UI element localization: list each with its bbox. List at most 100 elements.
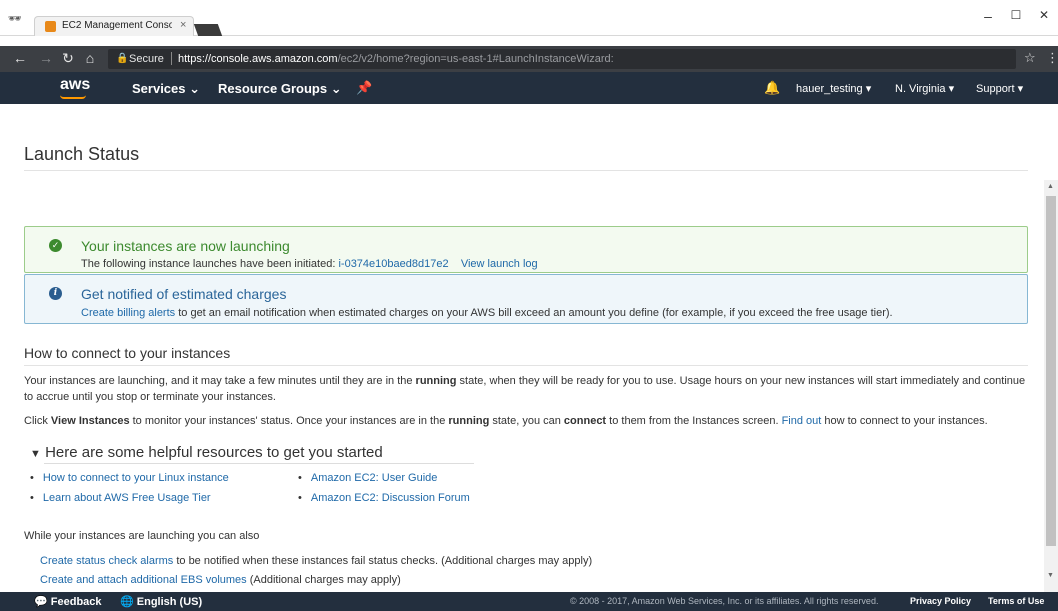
- status-check-alarms-link[interactable]: Create status check alarms: [40, 555, 173, 567]
- success-heading: Your instances are now launching: [81, 238, 290, 254]
- aws-navbar: aws Services ⌄ Resource Groups ⌄ 📌 🔔 hau…: [0, 72, 1058, 104]
- support-menu[interactable]: Support ▾: [976, 82, 1023, 95]
- caret-down-icon: ▼: [30, 448, 41, 460]
- forward-icon[interactable]: →: [38, 50, 54, 66]
- home-icon[interactable]: ⌂: [82, 50, 98, 66]
- url-text: https://console.aws.amazon.com/ec2/v2/ho…: [178, 53, 614, 65]
- url-input[interactable]: 🔒 Secure https://console.aws.amazon.com/…: [108, 49, 1016, 69]
- aws-logo-smile: [60, 95, 86, 99]
- instance-id-link[interactable]: i-0374e10baed8d17e2: [338, 258, 448, 270]
- browser-titlebar: 🕶 EC2 Management Conso × – ☐ ✕: [0, 0, 1058, 36]
- connect-heading: How to connect to your instances: [24, 345, 231, 361]
- resources-divider: [44, 463, 474, 464]
- user-menu[interactable]: hauer_testing ▾: [796, 82, 871, 95]
- language-button[interactable]: 🌐 English (US): [120, 595, 202, 608]
- address-bar: ← → ↻ ⌂ 🔒 Secure https://console.aws.ama…: [0, 46, 1058, 72]
- back-icon[interactable]: ←: [12, 50, 28, 66]
- copyright-text: © 2008 - 2017, Amazon Web Services, Inc.…: [570, 596, 879, 606]
- also-line-2-text: (Additional charges may apply): [246, 574, 401, 586]
- browser-menu-icon[interactable]: ⋮: [1046, 50, 1058, 66]
- connect-paragraph-2: Click View Instances to monitor your ins…: [24, 413, 1034, 429]
- scroll-down-icon[interactable]: ▼: [1047, 572, 1054, 579]
- incognito-icon: 🕶: [8, 13, 22, 25]
- success-body: The following instance launches have bee…: [81, 258, 538, 270]
- pin-icon[interactable]: 📌: [356, 80, 372, 96]
- view-launch-log-link[interactable]: View launch log: [461, 258, 538, 270]
- connect-paragraph-1: Your instances are launching, and it may…: [24, 373, 1034, 405]
- also-line-1: Create status check alarms to be notifie…: [40, 555, 592, 567]
- p2-text-b: to monitor your instances' status. Once …: [129, 415, 449, 427]
- ebs-volumes-link[interactable]: Create and attach additional EBS volumes: [40, 574, 247, 586]
- bookmark-star-icon[interactable]: ☆: [1024, 50, 1036, 66]
- feedback-label: Feedback: [50, 596, 102, 608]
- resources-list-right: Amazon EC2: User Guide Amazon EC2: Discu…: [298, 468, 470, 508]
- services-menu[interactable]: Services ⌄: [132, 81, 200, 97]
- success-body-text: The following instance launches have bee…: [81, 258, 336, 270]
- browser-tab[interactable]: EC2 Management Conso ×: [34, 16, 194, 36]
- globe-icon: 🌐: [120, 596, 134, 608]
- resources-list-left: How to connect to your Linux instance Le…: [30, 468, 229, 508]
- tab-title: EC2 Management Conso: [62, 20, 172, 31]
- minimize-button[interactable]: –: [978, 8, 998, 24]
- language-label: English (US): [136, 596, 203, 608]
- p1-text-a: Your instances are launching, and it may…: [24, 375, 416, 387]
- feedback-icon: 💬: [34, 596, 48, 608]
- p2-bold-view-instances: View Instances: [50, 415, 130, 427]
- p2-text-c: state, you can: [489, 415, 564, 427]
- aws-footer: 💬 Feedback 🌐 English (US) © 2008 - 2017,…: [0, 592, 1058, 611]
- info-circle-icon: i: [49, 287, 62, 300]
- p2-text-e: how to connect to your instances.: [821, 415, 988, 427]
- info-heading: Get notified of estimated charges: [81, 286, 287, 302]
- reload-icon[interactable]: ↻: [60, 50, 76, 67]
- main-content: Launch Status ✓ Your instances are now l…: [0, 104, 1044, 592]
- also-heading: While your instances are launching you c…: [24, 530, 260, 542]
- resources-heading: Here are some helpful resources to get y…: [45, 444, 383, 461]
- free-tier-link[interactable]: Learn about AWS Free Usage Tier: [43, 492, 211, 504]
- list-item: Learn about AWS Free Usage Tier: [30, 488, 229, 508]
- title-divider: [24, 170, 1028, 171]
- resources-toggle[interactable]: ▼ Here are some helpful resources to get…: [30, 444, 383, 461]
- also-line-2: Create and attach additional EBS volumes…: [40, 574, 401, 586]
- privacy-policy-link[interactable]: Privacy Policy: [910, 596, 971, 606]
- create-billing-alerts-link[interactable]: Create billing alerts: [81, 307, 175, 319]
- resource-groups-menu[interactable]: Resource Groups ⌄: [218, 81, 342, 97]
- also-line-1-text: to be notified when these instances fail…: [173, 555, 593, 567]
- aws-logo[interactable]: aws: [60, 76, 90, 94]
- terms-of-use-link[interactable]: Terms of Use: [988, 596, 1044, 606]
- lock-icon: 🔒: [116, 53, 129, 64]
- url-host: https://console.aws.amazon.com: [178, 53, 338, 65]
- p2-bold-running: running: [448, 415, 490, 427]
- success-alert: ✓ Your instances are now launching The f…: [24, 226, 1028, 273]
- close-window-button[interactable]: ✕: [1034, 8, 1054, 22]
- feedback-button[interactable]: 💬 Feedback: [34, 595, 102, 608]
- scroll-thumb[interactable]: [1046, 196, 1056, 546]
- page-scrollbar[interactable]: ▲ ▼: [1044, 180, 1058, 592]
- p2-text-a: Click: [24, 415, 51, 427]
- p2-text-d: to them from the Instances screen.: [606, 415, 782, 427]
- omnibox-divider: [171, 52, 172, 65]
- connect-divider: [24, 365, 1028, 366]
- new-tab-button[interactable]: [193, 24, 223, 36]
- page-title: Launch Status: [24, 144, 140, 164]
- url-path: /ec2/v2/home?region=us-east-1#LaunchInst…: [337, 53, 614, 65]
- discussion-forum-link[interactable]: Amazon EC2: Discussion Forum: [311, 492, 470, 504]
- p2-bold-connect: connect: [563, 415, 607, 427]
- secure-label: Secure: [129, 53, 164, 65]
- linux-connect-link[interactable]: How to connect to your Linux instance: [43, 472, 229, 484]
- p1-bold: running: [415, 375, 457, 387]
- info-body-text: to get an email notification when estima…: [178, 307, 893, 319]
- info-body: Create billing alerts to get an email no…: [81, 307, 893, 319]
- find-out-link[interactable]: Find out: [782, 415, 822, 427]
- list-item: How to connect to your Linux instance: [30, 468, 229, 488]
- tab-close-icon[interactable]: ×: [180, 19, 186, 31]
- scroll-up-icon[interactable]: ▲: [1047, 183, 1054, 190]
- list-item: Amazon EC2: Discussion Forum: [298, 488, 470, 508]
- region-menu[interactable]: N. Virginia ▾: [895, 82, 954, 95]
- aws-favicon-icon: [45, 21, 56, 32]
- bell-icon[interactable]: 🔔: [764, 80, 780, 96]
- check-circle-icon: ✓: [49, 239, 62, 252]
- info-alert: i Get notified of estimated charges Crea…: [24, 274, 1028, 324]
- list-item: Amazon EC2: User Guide: [298, 468, 470, 488]
- user-guide-link[interactable]: Amazon EC2: User Guide: [311, 472, 438, 484]
- maximize-button[interactable]: ☐: [1006, 8, 1026, 22]
